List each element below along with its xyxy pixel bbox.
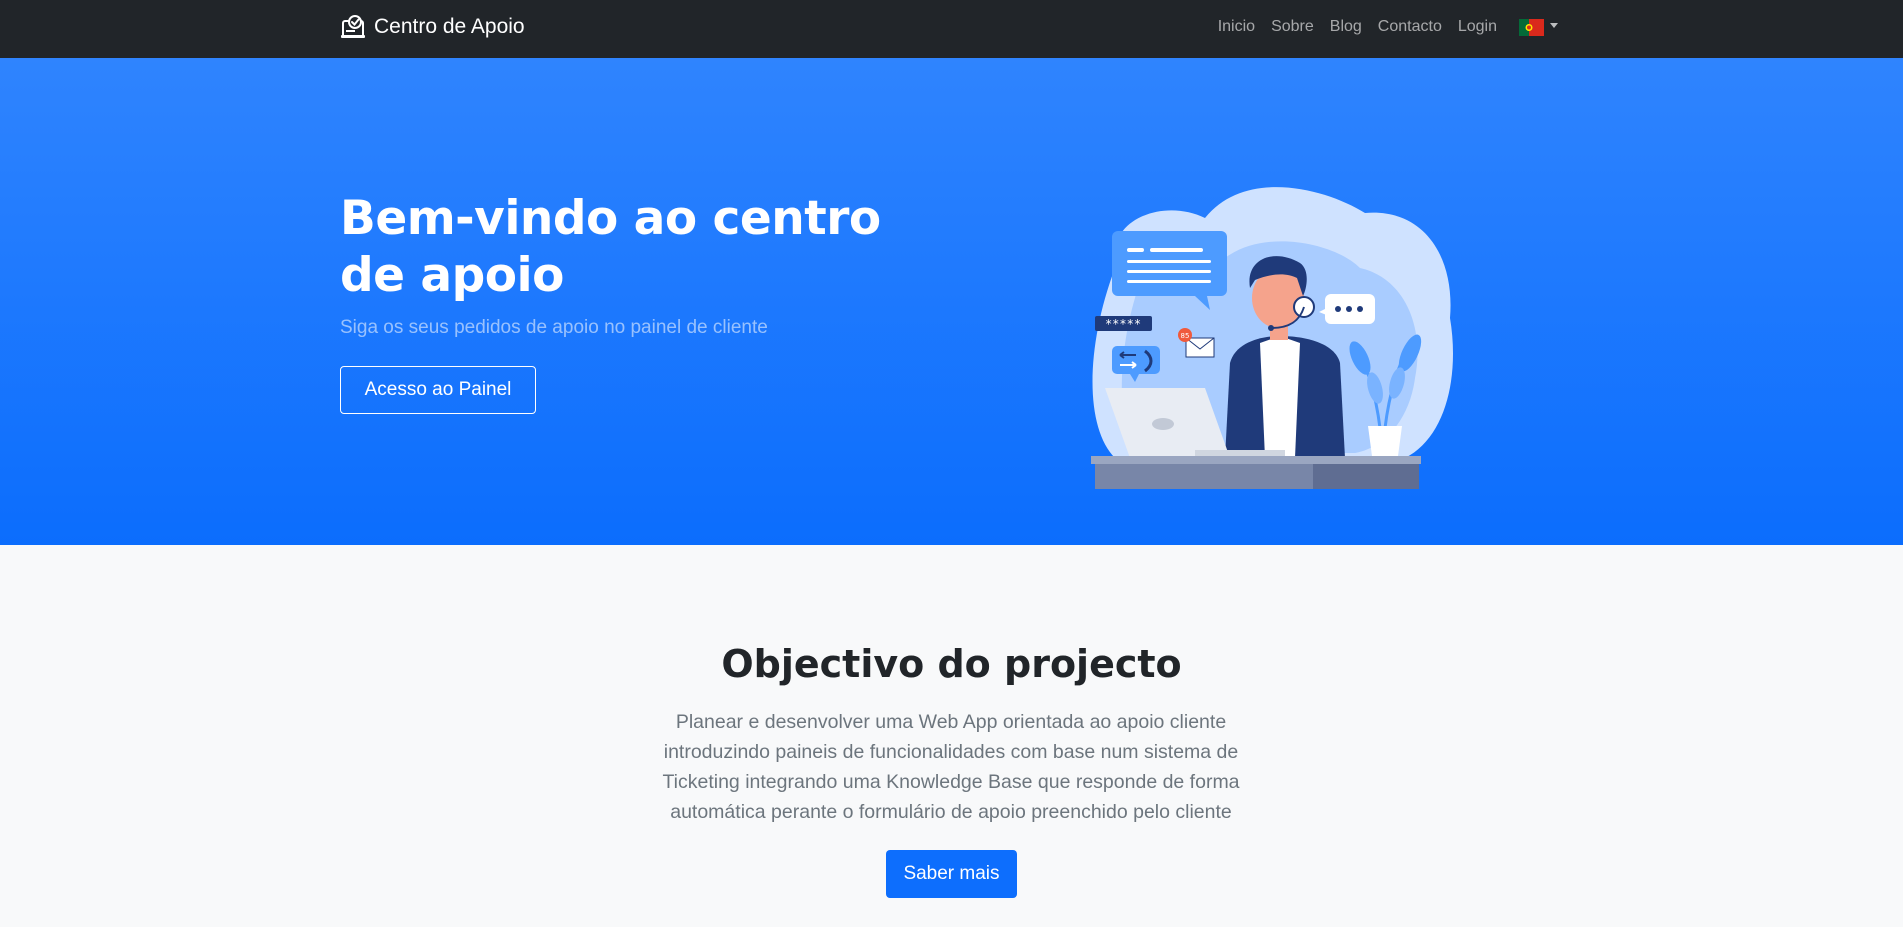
nav-link-sobre[interactable]: Sobre [1271, 18, 1314, 36]
top-navbar: Centro de Apoio Inicio Sobre Blog Contac… [0, 0, 1903, 58]
hero-section: Bem-vindo ao centro de apoio Siga os seu… [0, 58, 1903, 545]
nav-link-contacto[interactable]: Contacto [1378, 18, 1442, 36]
objective-description: Planear e desenvolver uma Web App orient… [662, 711, 1240, 823]
hero-title: Bem-vindo ao centro de apoio [340, 191, 881, 303]
objective-title: Objectivo do projecto [721, 642, 1182, 686]
nav-link-login[interactable]: Login [1458, 18, 1497, 36]
brand-label: Centro de Apoio [374, 15, 525, 38]
password-tag: ***** [1105, 317, 1141, 331]
dashboard-access-button[interactable]: Acesso ao Painel [340, 366, 536, 414]
nav-link-blog[interactable]: Blog [1330, 18, 1362, 36]
portugal-flag-icon [1519, 18, 1544, 36]
nav-link-inicio[interactable]: Inicio [1218, 18, 1255, 36]
nav-menu: Inicio Sobre Blog Contacto Login [1218, 18, 1558, 36]
learn-more-button[interactable]: Saber mais [886, 850, 1017, 898]
language-dropdown[interactable] [1519, 18, 1558, 36]
notification-count: 85 [1181, 332, 1190, 340]
hero-subtitle: Siga os seus pedidos de apoio no painel … [340, 317, 768, 338]
brand-link[interactable]: Centro de Apoio [340, 14, 525, 40]
customer-support-agent-illustration: ***** 85 [1075, 148, 1460, 493]
support-ticket-icon [340, 14, 366, 40]
chevron-down-icon [1550, 22, 1558, 28]
